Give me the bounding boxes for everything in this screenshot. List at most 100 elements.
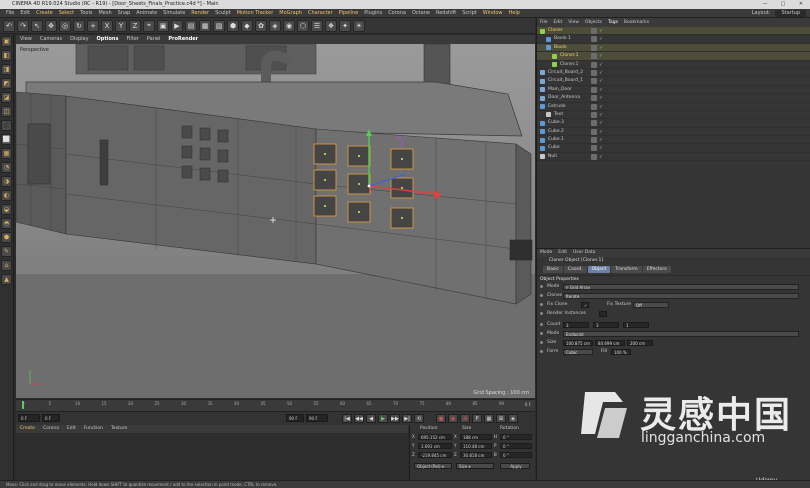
visibility-toggle-icon[interactable]: [591, 86, 597, 93]
transport-button[interactable]: ◀◀: [354, 414, 364, 423]
palette-tool-icon[interactable]: ⬢: [1, 232, 12, 243]
transport-button[interactable]: ⟲: [414, 414, 424, 423]
count-x-field[interactable]: 3: [563, 321, 589, 328]
object-menu-edit[interactable]: Edit: [551, 18, 566, 27]
material-menu-edit[interactable]: Edit: [63, 425, 80, 433]
menu-item-select[interactable]: Select: [56, 9, 77, 18]
toolbar-tool-icon[interactable]: ◆: [241, 19, 253, 32]
object-list-item[interactable]: Circuit_Board_2 ✓: [537, 69, 810, 78]
form-anim-dot[interactable]: [540, 350, 543, 353]
menu-item-create[interactable]: Create: [33, 9, 56, 18]
mode-anim-dot[interactable]: [540, 285, 543, 288]
menu-item-sculpt[interactable]: Sculpt: [212, 9, 234, 18]
object-list-item[interactable]: Circuit_Board_1 ✓: [537, 77, 810, 86]
palette-tool-icon[interactable]: ✎: [1, 246, 12, 257]
material-menu-texture[interactable]: Texture: [107, 425, 131, 433]
record-button[interactable]: ◉: [448, 414, 458, 423]
menu-item-tools[interactable]: Tools: [77, 9, 95, 18]
object-list-item[interactable]: Cube.1 ✓: [537, 136, 810, 145]
toolbar-tool-icon[interactable]: ✦: [339, 19, 351, 32]
menu-item-window[interactable]: Window: [480, 9, 506, 18]
enabled-check-icon[interactable]: ✓: [599, 53, 604, 59]
maximize-button[interactable]: □: [774, 0, 792, 9]
visibility-toggle-icon[interactable]: [591, 153, 597, 160]
object-list-item[interactable]: Main_Door ✓: [537, 86, 810, 95]
coord-position-field[interactable]: -219.845 cm: [418, 452, 452, 458]
object-list-item[interactable]: Cloner ✓: [537, 27, 810, 36]
menu-item-octane[interactable]: Octane: [409, 9, 433, 18]
toolbar-tool-icon[interactable]: ⬢: [227, 19, 239, 32]
enabled-check-icon[interactable]: ✓: [599, 87, 604, 93]
toolbar-tool-icon[interactable]: ⌖: [143, 19, 155, 32]
visibility-toggle-icon[interactable]: [591, 137, 597, 144]
enabled-check-icon[interactable]: ✓: [599, 95, 604, 101]
enabled-check-icon[interactable]: ✓: [599, 78, 604, 84]
end-frame-field[interactable]: 90 F: [286, 414, 304, 422]
mode-dropdown[interactable]: ⁞⁞ Grid Array: [563, 283, 799, 290]
viewport-menu-panel[interactable]: Panel: [143, 35, 165, 44]
size-x-field[interactable]: 100.875 cm: [563, 339, 593, 346]
palette-tool-icon[interactable]: ⌂: [1, 260, 12, 271]
visibility-toggle-icon[interactable]: [591, 103, 597, 110]
menu-item-motion-tracker[interactable]: Motion Tracker: [234, 9, 277, 18]
coord-rotation-field[interactable]: 0 °: [500, 452, 532, 458]
toolbar-tool-icon[interactable]: +: [87, 19, 99, 32]
coord-size-field[interactable]: 30.818 cm: [460, 452, 492, 458]
layout-selector[interactable]: Layout: Startup: [749, 9, 806, 18]
toolbar-tool-icon[interactable]: ◈: [269, 19, 281, 32]
enabled-check-icon[interactable]: ✓: [599, 137, 604, 143]
object-list-item[interactable]: Cube.2 ✓: [537, 128, 810, 137]
palette-tool-icon[interactable]: ◒: [1, 204, 12, 215]
attribute-menu-mode[interactable]: Mode: [537, 249, 555, 257]
fill-field[interactable]: 100 %: [611, 348, 631, 355]
current-frame-field[interactable]: 0 F: [42, 414, 60, 422]
object-menu-file[interactable]: File: [537, 18, 551, 27]
visibility-toggle-icon[interactable]: [591, 78, 597, 85]
render-instances-anim-dot[interactable]: [540, 312, 543, 315]
attribute-tab-basic[interactable]: Basic: [543, 265, 563, 273]
menu-item-file[interactable]: File: [3, 9, 17, 18]
object-list-item[interactable]: Boole 1 ✓: [537, 35, 810, 44]
object-list-item[interactable]: Cube ✓: [537, 144, 810, 153]
menu-item-pipeline[interactable]: Pipeline: [336, 9, 362, 18]
transport-button[interactable]: ▶|: [402, 414, 412, 423]
object-list-item[interactable]: Text ✓: [537, 111, 810, 120]
palette-tool-icon[interactable]: ◪: [1, 92, 12, 103]
transport-button[interactable]: |◀: [342, 414, 352, 423]
toolbar-tool-icon[interactable]: ❖: [325, 19, 337, 32]
palette-tool-icon[interactable]: ⬛: [1, 120, 12, 131]
palette-tool-icon[interactable]: ▣: [1, 36, 12, 47]
menu-item-plugins[interactable]: Plugins: [361, 9, 385, 18]
object-menu-bookmarks[interactable]: Bookmarks: [621, 18, 652, 27]
toolbar-tool-icon[interactable]: Z: [129, 19, 141, 32]
menu-item-corona[interactable]: Corona: [385, 9, 409, 18]
visibility-toggle-icon[interactable]: [591, 28, 597, 34]
visibility-toggle-icon[interactable]: [591, 120, 597, 127]
viewport-menu-display[interactable]: Display: [66, 35, 92, 44]
enabled-check-icon[interactable]: ✓: [599, 70, 604, 76]
attribute-menu-edit[interactable]: Edit: [555, 249, 570, 257]
clones-anim-dot[interactable]: [540, 294, 543, 297]
fix-texture-dropdown[interactable]: Off: [633, 301, 669, 308]
fix-clone-checkbox[interactable]: ✓: [581, 301, 589, 308]
menu-item-edit[interactable]: Edit: [17, 9, 33, 18]
record-button[interactable]: ⊞: [496, 414, 506, 423]
toolbar-tool-icon[interactable]: ✥: [45, 19, 57, 32]
material-menu-corona[interactable]: Corona: [39, 425, 63, 433]
start-frame-field[interactable]: 0 F: [18, 414, 40, 422]
object-list-item[interactable]: Extrude ✓: [537, 103, 810, 111]
enabled-check-icon[interactable]: ✓: [599, 28, 604, 34]
record-button[interactable]: P: [472, 414, 482, 423]
mode2-anim-dot[interactable]: [540, 332, 543, 335]
viewport-menu-cameras[interactable]: Cameras: [36, 35, 66, 44]
object-list-item[interactable]: Cloner.1 ✓: [537, 52, 810, 61]
palette-tool-icon[interactable]: ◫: [1, 106, 12, 117]
toolbar-tool-icon[interactable]: ◎: [59, 19, 71, 32]
coord-mode-dropdown[interactable]: Object (Rel) ▾: [414, 463, 452, 469]
toolbar-tool-icon[interactable]: ↶: [3, 19, 15, 32]
visibility-toggle-icon[interactable]: [591, 53, 597, 60]
toolbar-tool-icon[interactable]: ▦: [199, 19, 211, 32]
minimize-button[interactable]: —: [756, 0, 774, 9]
visibility-toggle-icon[interactable]: [591, 128, 597, 135]
coord-position-field[interactable]: 1.691 cm: [418, 443, 452, 449]
